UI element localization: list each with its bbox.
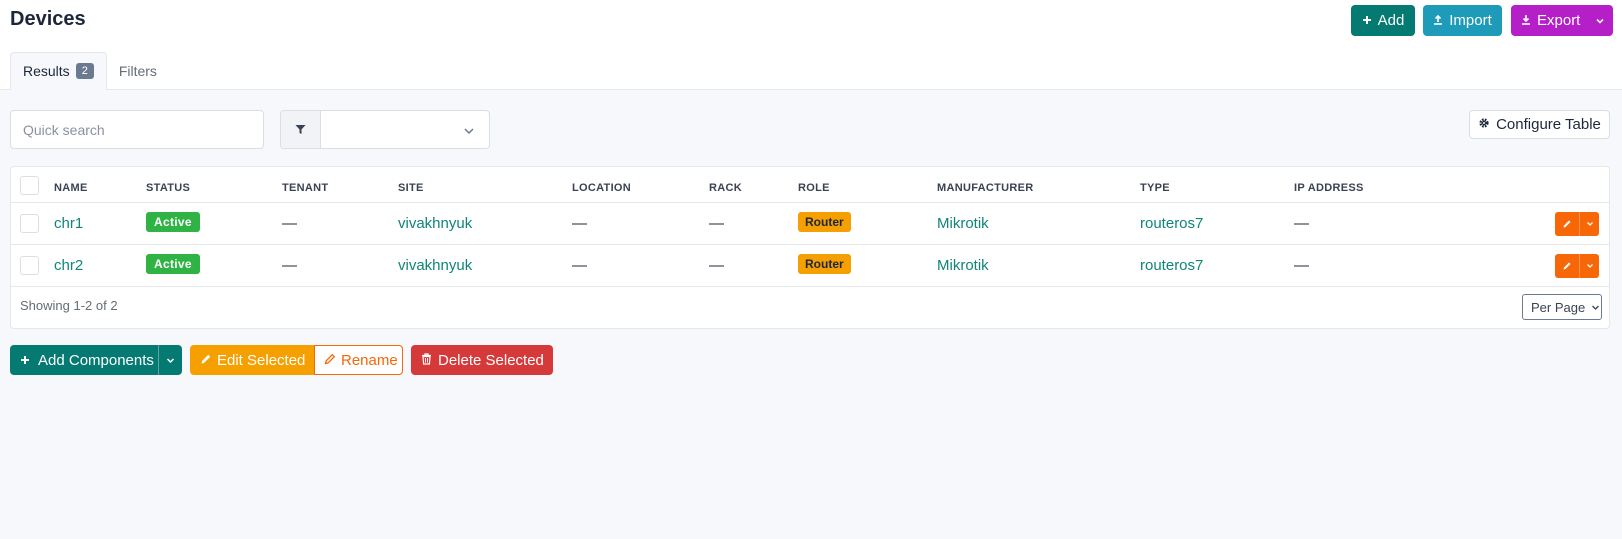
- delete-selected-button[interactable]: Delete Selected: [411, 345, 553, 375]
- status-badge: Active: [146, 254, 200, 274]
- download-icon: [1521, 12, 1531, 29]
- upload-icon: [1433, 12, 1443, 29]
- export-button[interactable]: Export: [1511, 5, 1613, 36]
- results-count-badge: 2: [75, 63, 94, 79]
- filter-icon: [281, 111, 321, 148]
- import-button[interactable]: Import: [1423, 5, 1502, 36]
- column-header-manufacturer[interactable]: MANUFACTURER: [937, 182, 1033, 194]
- location-value: —: [572, 257, 587, 274]
- column-header-rack[interactable]: RACK: [709, 182, 742, 194]
- quick-search-input[interactable]: [10, 110, 264, 149]
- role-badge[interactable]: Router: [798, 254, 851, 274]
- table-row: chr1 Active — vivakhnyuk — — Router Mikr…: [11, 203, 1609, 245]
- rack-value: —: [709, 215, 724, 232]
- select-all-checkbox[interactable]: [20, 176, 39, 195]
- pencil-icon: [324, 352, 336, 369]
- status-badge: Active: [146, 212, 200, 232]
- delete-selected-label: Delete Selected: [438, 351, 544, 369]
- manufacturer-link[interactable]: Mikrotik: [937, 257, 989, 274]
- role-badge[interactable]: Router: [798, 212, 851, 232]
- column-header-name[interactable]: NAME: [54, 182, 88, 194]
- per-page-label: Per Page: [1531, 299, 1586, 315]
- configure-table-button[interactable]: Configure Table: [1469, 110, 1610, 139]
- column-header-tenant[interactable]: TENANT: [282, 182, 328, 194]
- pagination-summary: Showing 1-2 of 2: [20, 298, 118, 313]
- ip-address-value: —: [1294, 257, 1309, 274]
- rack-value: —: [709, 257, 724, 274]
- pencil-icon[interactable]: [1555, 254, 1580, 278]
- site-link[interactable]: vivakhnyuk: [398, 257, 472, 274]
- manufacturer-link[interactable]: Mikrotik: [937, 215, 989, 232]
- chevron-down-icon: [1591, 300, 1600, 315]
- tab-results[interactable]: Results 2: [10, 52, 107, 90]
- tenant-value: —: [282, 215, 297, 232]
- table-header: NAME STATUS TENANT SITE LOCATION RACK RO…: [11, 167, 1609, 203]
- page-title: Devices: [10, 8, 86, 30]
- device-name-link[interactable]: chr1: [54, 215, 83, 232]
- chevron-down-icon: [463, 124, 475, 140]
- row-edit-button[interactable]: [1555, 212, 1599, 236]
- row-checkbox[interactable]: [20, 214, 39, 233]
- chevron-down-icon[interactable]: [1580, 254, 1599, 278]
- tab-filters[interactable]: Filters: [107, 52, 169, 90]
- export-button-label: Export: [1537, 12, 1581, 29]
- filter-dropdown[interactable]: [321, 111, 489, 148]
- pencil-icon[interactable]: [1555, 212, 1580, 236]
- type-link[interactable]: routeros7: [1140, 257, 1203, 274]
- add-components-label: Add Components: [38, 351, 154, 369]
- import-button-label: Import: [1449, 12, 1492, 29]
- rename-button[interactable]: Rename: [314, 345, 403, 375]
- trash-icon: [421, 352, 432, 369]
- pencil-icon: [200, 352, 212, 369]
- device-name-link[interactable]: chr2: [54, 257, 83, 274]
- ip-address-value: —: [1294, 215, 1309, 232]
- edit-selected-label: Edit Selected: [217, 351, 306, 369]
- column-header-site[interactable]: SITE: [398, 182, 424, 194]
- tab-filters-label: Filters: [118, 63, 157, 79]
- row-checkbox[interactable]: [20, 256, 39, 275]
- gear-icon: [1478, 116, 1490, 133]
- column-header-type[interactable]: TYPE: [1140, 182, 1170, 194]
- column-header-status[interactable]: STATUS: [146, 182, 190, 194]
- location-value: —: [572, 215, 587, 232]
- devices-table: NAME STATUS TENANT SITE LOCATION RACK RO…: [10, 166, 1610, 329]
- chevron-down-icon[interactable]: [1580, 212, 1599, 236]
- add-button[interactable]: Add: [1351, 5, 1415, 36]
- column-header-location[interactable]: LOCATION: [572, 182, 631, 194]
- column-header-ip-address[interactable]: IP ADDRESS: [1294, 182, 1364, 194]
- tab-bar: Results 2 Filters: [10, 52, 169, 90]
- table-row: chr2 Active — vivakhnyuk — — Router Mikr…: [11, 245, 1609, 287]
- saved-filter-select: [280, 110, 490, 149]
- site-link[interactable]: vivakhnyuk: [398, 215, 472, 232]
- column-header-role[interactable]: ROLE: [798, 182, 830, 194]
- type-link[interactable]: routeros7: [1140, 215, 1203, 232]
- chevron-down-icon[interactable]: [158, 345, 182, 375]
- chevron-down-icon[interactable]: [1595, 13, 1605, 30]
- plus-icon: [20, 352, 30, 369]
- add-button-label: Add: [1377, 12, 1405, 29]
- per-page-select[interactable]: Per Page: [1522, 294, 1602, 320]
- page-header: Devices Add Import Export Results 2 Filt…: [0, 0, 1622, 90]
- plus-icon: [1362, 12, 1372, 29]
- tab-results-label: Results: [23, 63, 70, 79]
- edit-selected-button[interactable]: Edit Selected: [190, 345, 314, 375]
- row-edit-button[interactable]: [1555, 254, 1599, 278]
- rename-label: Rename: [341, 351, 398, 369]
- configure-table-label: Configure Table: [1496, 116, 1601, 133]
- add-components-button[interactable]: Add Components: [10, 345, 182, 375]
- tenant-value: —: [282, 257, 297, 274]
